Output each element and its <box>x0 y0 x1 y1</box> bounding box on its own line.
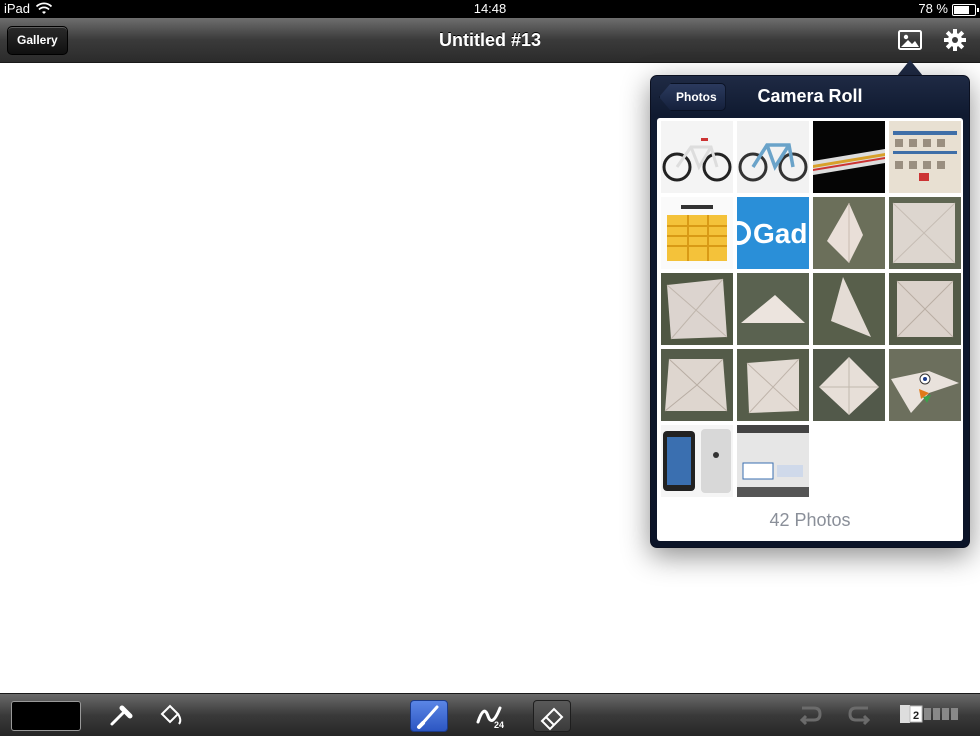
redo-icon[interactable] <box>842 700 878 730</box>
photo-thumbnail[interactable] <box>661 197 733 269</box>
photo-thumbnail[interactable] <box>661 349 733 421</box>
brush-size-label: 24 <box>494 720 505 730</box>
photo-thumbnail[interactable] <box>889 197 961 269</box>
photo-thumbnail[interactable] <box>737 349 809 421</box>
undo-icon[interactable] <box>792 700 828 730</box>
photos-back-button[interactable]: Photos <box>659 83 726 111</box>
bottom-toolbar <box>0 693 980 736</box>
status-bar: iPad 14:48 78 % <box>0 0 980 18</box>
brush-tool-button[interactable] <box>410 700 448 732</box>
eraser-tool-button[interactable] <box>533 700 571 732</box>
photo-thumbnail[interactable] <box>737 121 809 193</box>
document-title: Untitled #13 <box>438 30 542 50</box>
photo-icon[interactable] <box>896 26 924 54</box>
color-swatch[interactable] <box>11 701 81 731</box>
svg-text:Gad: Gad <box>753 218 807 249</box>
popover-arrow <box>897 60 923 76</box>
camera-roll-popover: Camera Roll Photos Gad 42 Photos <box>650 75 970 548</box>
gear-icon[interactable] <box>941 26 969 54</box>
photo-thumbnail[interactable] <box>889 349 961 421</box>
battery-icon <box>952 4 979 16</box>
top-toolbar: Gallery Untitled #13 <box>0 18 980 63</box>
photo-thumbnail[interactable] <box>737 425 809 497</box>
photo-thumbnail[interactable] <box>889 273 961 345</box>
clock: 14:48 <box>473 1 507 16</box>
photo-thumbnail[interactable]: Gad <box>737 197 809 269</box>
photo-thumbnail[interactable] <box>661 121 733 193</box>
photo-count: 42 Photos <box>769 510 851 530</box>
photo-thumbnail[interactable] <box>737 273 809 345</box>
layers-button[interactable]: 2 <box>900 705 962 723</box>
eyedropper-icon[interactable] <box>102 700 138 730</box>
photo-thumbnail[interactable] <box>813 349 885 421</box>
photo-thumbnail[interactable] <box>661 273 733 345</box>
photo-thumbnail[interactable] <box>813 121 885 193</box>
layer-number: 2 <box>913 710 919 722</box>
photo-grid-container: Gad 42 Photos <box>657 118 963 541</box>
photo-thumbnail[interactable] <box>661 425 733 497</box>
photo-thumbnail[interactable] <box>889 121 961 193</box>
eraser-icon <box>540 707 564 731</box>
photo-thumbnail[interactable] <box>813 273 885 345</box>
fill-bucket-icon[interactable] <box>152 700 188 730</box>
photo-thumbnail[interactable] <box>813 197 885 269</box>
brush-icon <box>417 705 439 729</box>
battery-percent: 78 % <box>918 1 948 16</box>
